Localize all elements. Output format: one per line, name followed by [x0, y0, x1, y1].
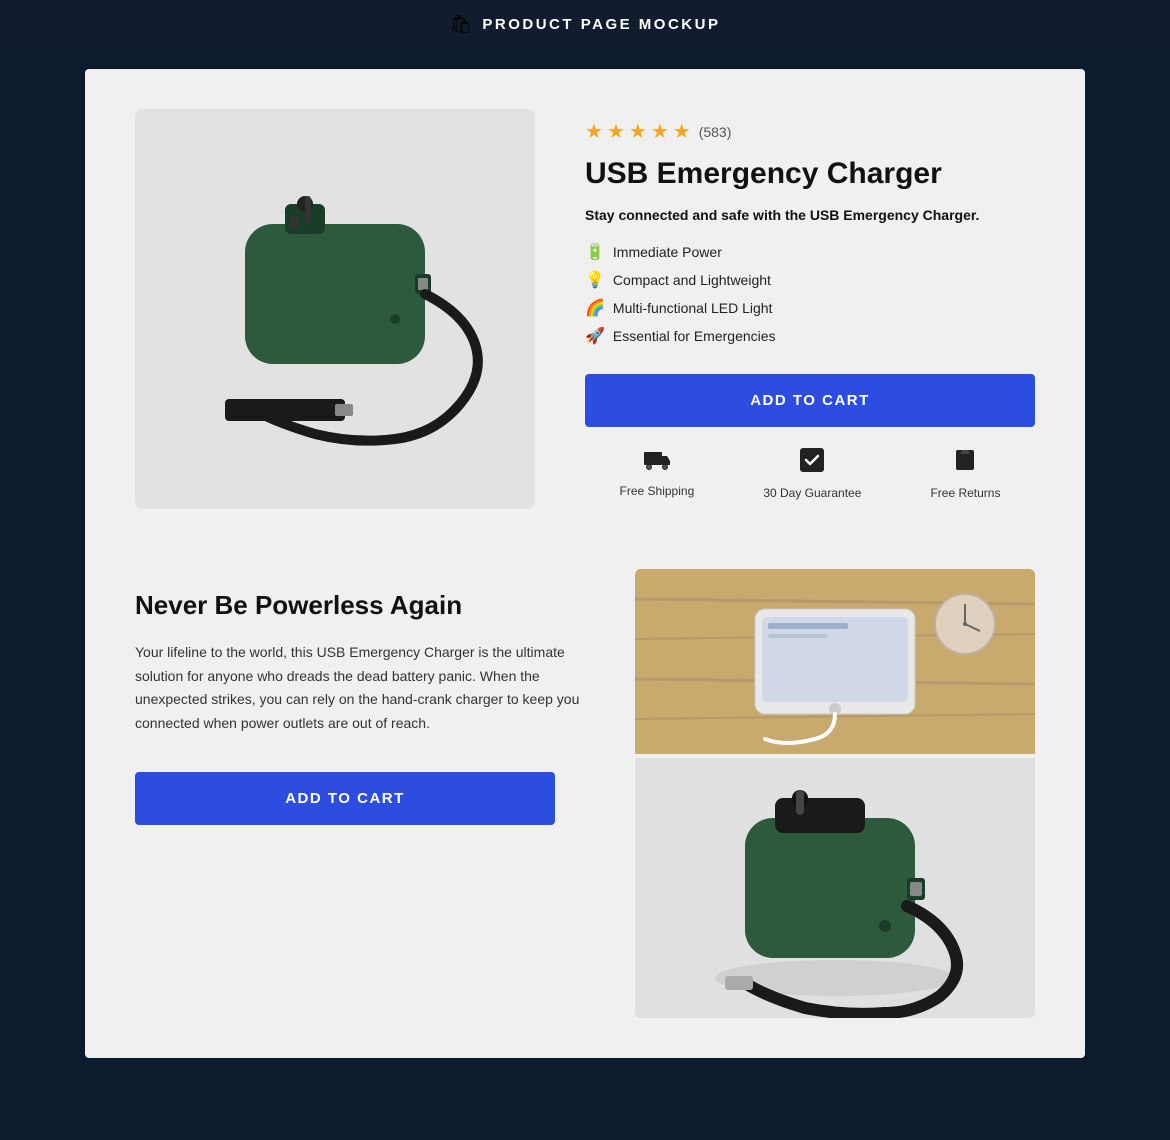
- collage-image-top: [635, 569, 1035, 754]
- trust-badge-returns: Free Returns: [930, 447, 1000, 500]
- main-content: ★ ★ ★ ★ ★ (583) USB Emergency Charger St…: [85, 69, 1085, 1058]
- trust-badge-guarantee: 30 Day Guarantee: [763, 447, 861, 500]
- guarantee-label: 30 Day Guarantee: [763, 486, 861, 500]
- star-1: ★: [585, 119, 603, 144]
- collage-image-bottom: [635, 758, 1035, 1018]
- header-title: PRODUCT PAGE MOCKUP: [482, 16, 720, 33]
- product-bottom-section: Never Be Powerless Again Your lifeline t…: [135, 569, 1035, 1018]
- product-info: ★ ★ ★ ★ ★ (583) USB Emergency Charger St…: [585, 109, 1035, 509]
- add-to-cart-button-top[interactable]: ADD TO CART: [585, 374, 1035, 427]
- feature-text-4: Essential for Emergencies: [613, 328, 776, 344]
- site-header: 🛍 PRODUCT PAGE MOCKUP: [0, 0, 1170, 49]
- review-count: (583): [699, 124, 732, 140]
- returns-label: Free Returns: [930, 486, 1000, 500]
- feature-emoji-3: 🌈: [585, 298, 605, 318]
- feature-emoji-4: 🚀: [585, 326, 605, 346]
- shopify-icon: 🛍: [450, 14, 473, 35]
- product-description: Never Be Powerless Again Your lifeline t…: [135, 569, 585, 825]
- image-collage: [635, 569, 1035, 1018]
- product-image-box: [135, 109, 535, 509]
- features-list: 🔋 Immediate Power 💡 Compact and Lightwei…: [585, 242, 1035, 346]
- feature-item-1: 🔋 Immediate Power: [585, 242, 1035, 262]
- star-4: ★: [651, 119, 669, 144]
- guarantee-icon: [799, 447, 825, 480]
- feature-text-1: Immediate Power: [613, 244, 722, 260]
- trust-badge-shipping: Free Shipping: [620, 447, 695, 500]
- feature-emoji-1: 🔋: [585, 242, 605, 262]
- section-title: Never Be Powerless Again: [135, 589, 585, 623]
- feature-item-2: 💡 Compact and Lightweight: [585, 270, 1035, 290]
- returns-icon: [952, 447, 978, 480]
- product-image-svg: [165, 144, 505, 474]
- feature-item-3: 🌈 Multi-functional LED Light: [585, 298, 1035, 318]
- star-5: ★: [673, 119, 691, 144]
- stars-row: ★ ★ ★ ★ ★ (583): [585, 119, 1035, 144]
- star-2: ★: [607, 119, 625, 144]
- shipping-icon: [643, 447, 671, 478]
- product-top-section: ★ ★ ★ ★ ★ (583) USB Emergency Charger St…: [135, 109, 1035, 509]
- feature-emoji-2: 💡: [585, 270, 605, 290]
- star-3: ★: [629, 119, 647, 144]
- product-subtitle: Stay connected and safe with the USB Eme…: [585, 206, 1035, 226]
- add-to-cart-button-bottom[interactable]: ADD TO CART: [135, 772, 555, 825]
- feature-item-4: 🚀 Essential for Emergencies: [585, 326, 1035, 346]
- feature-text-3: Multi-functional LED Light: [613, 300, 773, 316]
- product-title: USB Emergency Charger: [585, 156, 1035, 192]
- section-body: Your lifeline to the world, this USB Eme…: [135, 641, 585, 736]
- shipping-label: Free Shipping: [620, 484, 695, 498]
- trust-badges: Free Shipping 30 Day Guarantee: [585, 447, 1035, 500]
- feature-text-2: Compact and Lightweight: [613, 272, 771, 288]
